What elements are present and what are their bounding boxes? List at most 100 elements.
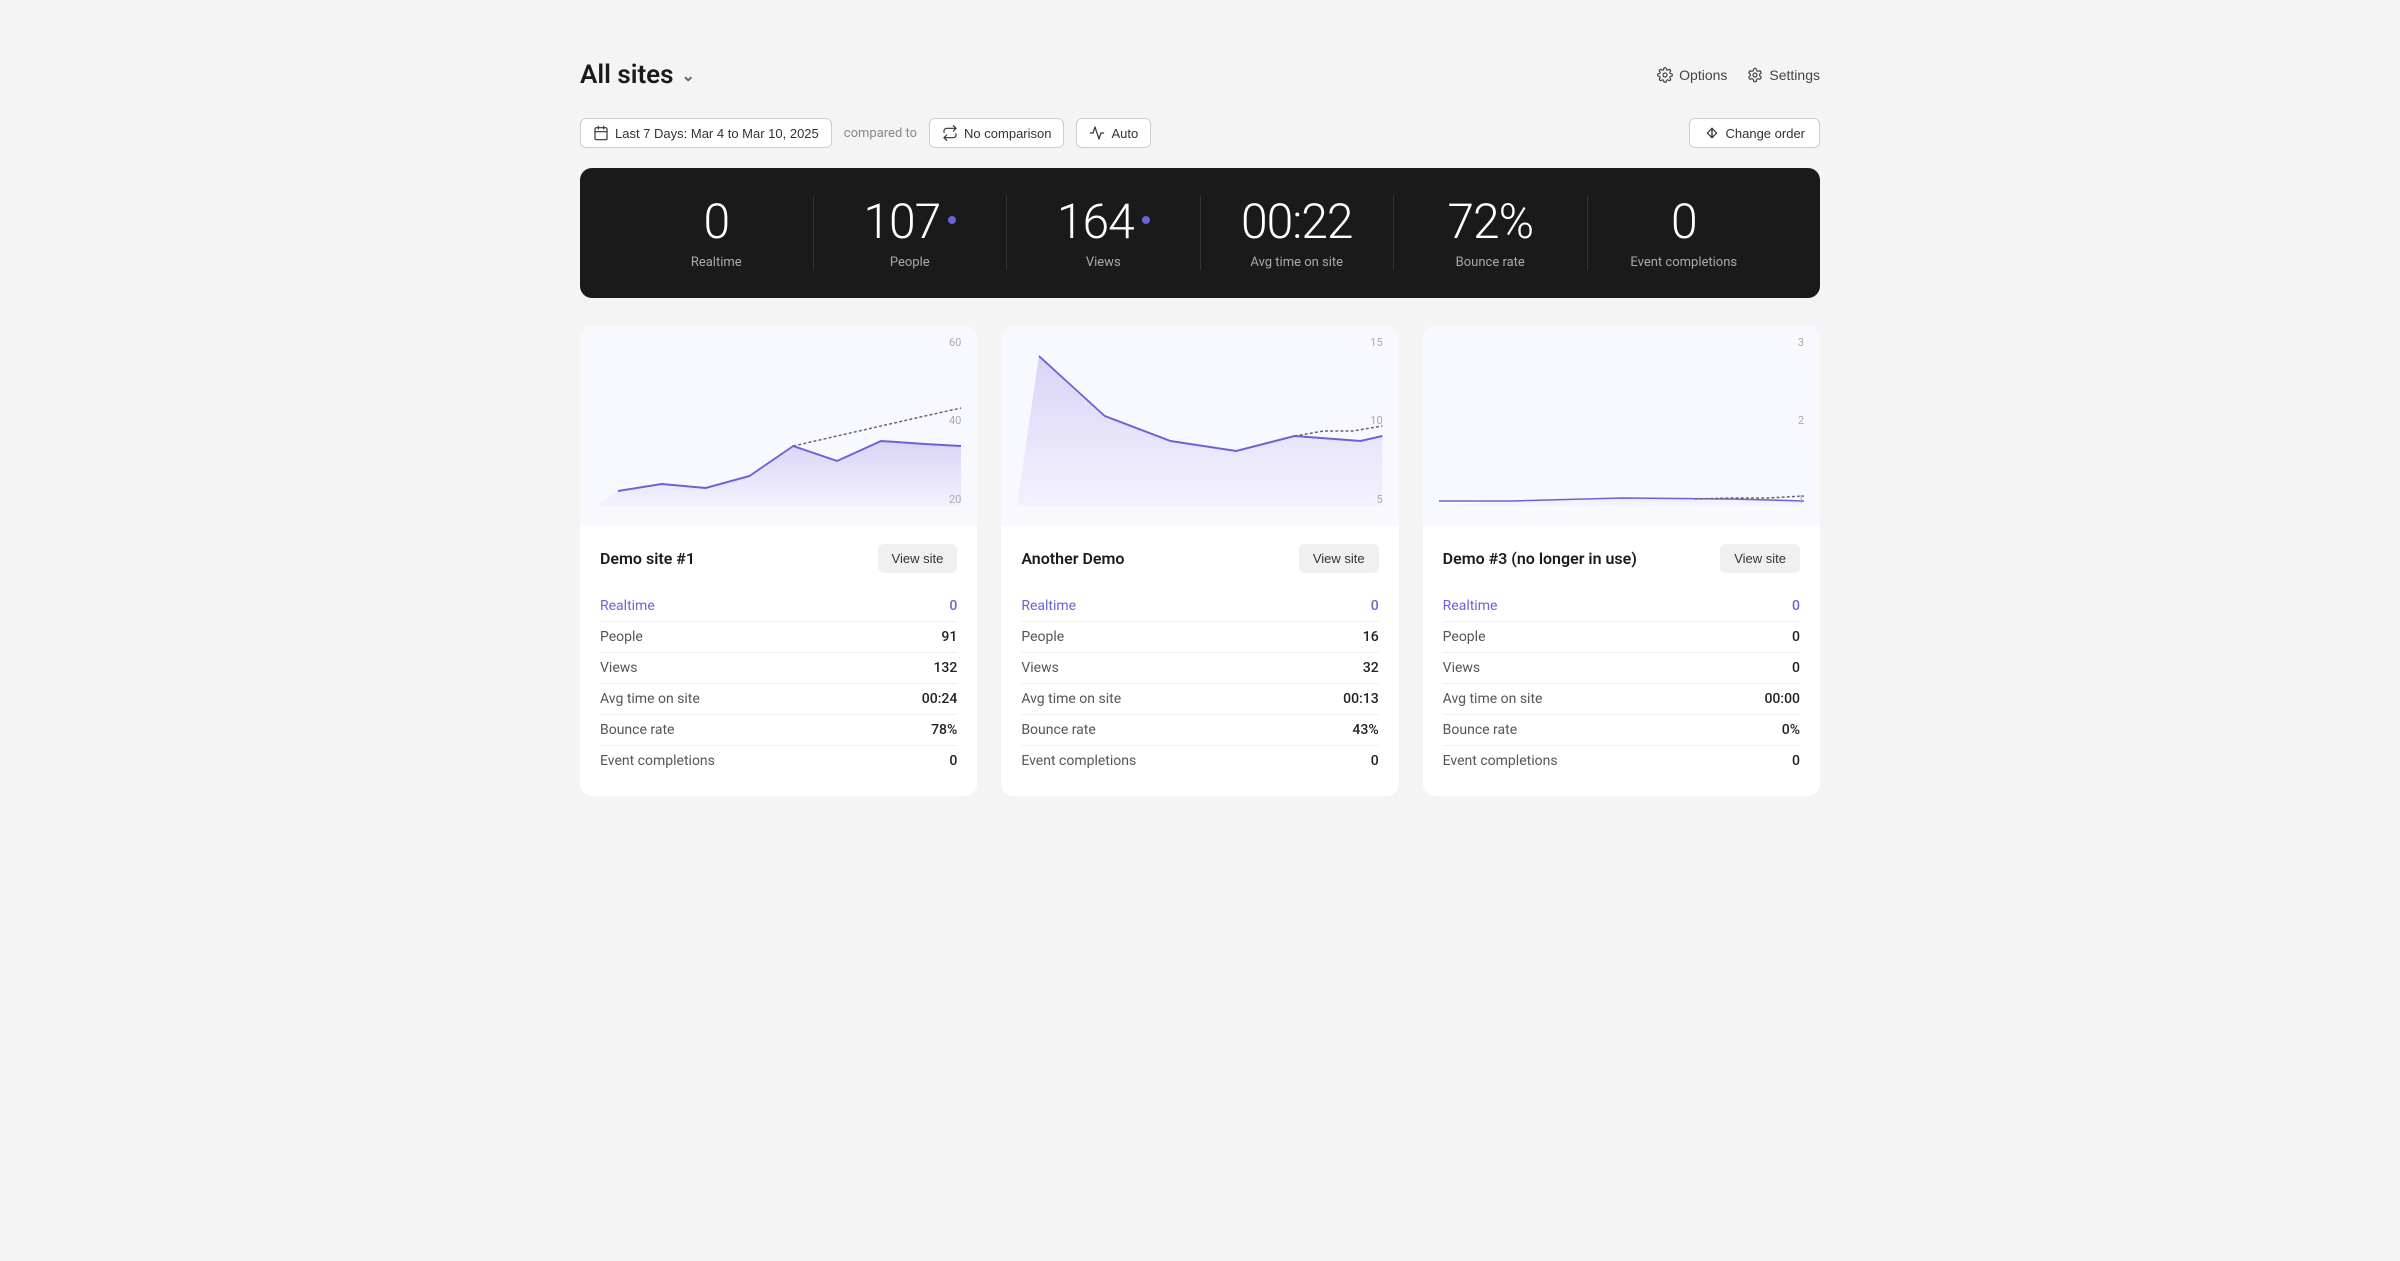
stat-label-views-3: Views [1443, 660, 1481, 676]
settings-icon [1747, 67, 1763, 83]
top-actions: Options Settings [1657, 67, 1820, 83]
chart-svg-2 [1017, 336, 1382, 506]
stat-value-views-2: 32 [1363, 660, 1379, 676]
stat-value-avgtime-1: 00:24 [922, 691, 958, 707]
stat-label-views-2: Views [1021, 660, 1059, 676]
change-order-button[interactable]: Change order [1689, 118, 1821, 148]
stat-row-bounce-1: Bounce rate 78% [600, 715, 957, 746]
stat-row-people-1: People 91 [600, 622, 957, 653]
card-stats-1: Realtime 0 People 91 Views 132 Avg time … [600, 591, 957, 776]
stat-row-people-3: People 0 [1443, 622, 1800, 653]
stat-label-views-1: Views [600, 660, 638, 676]
y-label-top-2: 15 [1370, 336, 1382, 349]
comparison-icon [942, 125, 958, 141]
comparison-picker[interactable]: No comparison [929, 118, 1064, 148]
top-bar: All sites ⌄ Options Settings [580, 60, 1820, 90]
stat-views: 164 Views [1006, 196, 1200, 270]
stat-label-events-2: Event completions [1021, 753, 1136, 769]
card-content-1: Demo site #1 View site Realtime 0 People… [580, 526, 977, 796]
stat-value-bounce-3: 0% [1782, 722, 1800, 738]
sort-icon [1704, 125, 1720, 141]
stat-label-bounce-3: Bounce rate [1443, 722, 1517, 738]
site-title-text: All sites [580, 60, 674, 90]
stat-value-views-1: 132 [933, 660, 957, 676]
site-card-2: 15 10 5 A [1001, 326, 1398, 796]
chart-svg-1 [596, 336, 961, 506]
chart-icon [1089, 125, 1105, 141]
stat-value-events-2: 0 [1371, 753, 1379, 769]
y-label-mid-2: 10 [1370, 414, 1382, 427]
y-label-bot-1: 20 [949, 493, 961, 506]
stat-value-events-3: 0 [1792, 753, 1800, 769]
chart-area-2: 15 10 5 [1001, 326, 1398, 526]
card-header-3: Demo #3 (no longer in use) View site [1443, 544, 1800, 573]
mode-picker[interactable]: Auto [1076, 118, 1151, 148]
y-label-mid-3: 2 [1798, 414, 1804, 427]
stat-label-people-2: People [1021, 629, 1064, 645]
gear-icon [1657, 67, 1673, 83]
stat-row-avgtime-1: Avg time on site 00:24 [600, 684, 957, 715]
stat-value-avgtime-2: 00:13 [1343, 691, 1379, 707]
stat-label-avgtime-1: Avg time on site [600, 691, 700, 707]
site-card-3: 3 2 1 Dem [1423, 326, 1820, 796]
date-range-picker[interactable]: Last 7 Days: Mar 4 to Mar 10, 2025 [580, 118, 832, 148]
realtime-label: Realtime [620, 255, 813, 270]
views-label: Views [1007, 255, 1200, 270]
stat-label-bounce-2: Bounce rate [1021, 722, 1095, 738]
stat-realtime: 0 Realtime [620, 196, 813, 270]
options-button[interactable]: Options [1657, 67, 1727, 83]
stat-value-realtime-3: 0 [1792, 598, 1800, 614]
stat-value-avgtime-3: 00:00 [1764, 691, 1800, 707]
people-label: People [814, 255, 1007, 270]
stat-people: 107 People [813, 196, 1007, 270]
chart-svg-3 [1439, 336, 1804, 506]
avg-time-label: Avg time on site [1201, 255, 1394, 270]
card-content-2: Another Demo View site Realtime 0 People… [1001, 526, 1398, 796]
stat-label-realtime-2: Realtime [1021, 598, 1076, 614]
stat-bounce: 72% Bounce rate [1393, 196, 1587, 270]
view-site-btn-2[interactable]: View site [1299, 544, 1379, 573]
view-site-btn-3[interactable]: View site [1720, 544, 1800, 573]
settings-button[interactable]: Settings [1747, 67, 1820, 83]
chart-y-labels-1: 60 40 20 [949, 336, 961, 506]
view-site-btn-1[interactable]: View site [878, 544, 958, 573]
stat-row-views-3: Views 0 [1443, 653, 1800, 684]
bounce-value: 72% [1447, 196, 1533, 249]
stat-row-realtime-1: Realtime 0 [600, 591, 957, 622]
stat-value-realtime-2: 0 [1371, 598, 1379, 614]
mode-text: Auto [1111, 126, 1138, 141]
y-label-top-3: 3 [1798, 336, 1804, 349]
stat-value-events-1: 0 [949, 753, 957, 769]
stat-avg-time: 00:22 Avg time on site [1200, 196, 1394, 270]
options-label: Options [1679, 67, 1727, 83]
date-range-text: Last 7 Days: Mar 4 to Mar 10, 2025 [615, 126, 819, 141]
stat-row-avgtime-2: Avg time on site 00:13 [1021, 684, 1378, 715]
stat-row-avgtime-3: Avg time on site 00:00 [1443, 684, 1800, 715]
stat-value-bounce-2: 43% [1352, 722, 1378, 738]
stat-row-people-2: People 16 [1021, 622, 1378, 653]
chevron-down-icon: ⌄ [682, 66, 695, 85]
views-value: 164 [1057, 196, 1134, 249]
chart-y-labels-3: 3 2 1 [1798, 336, 1804, 506]
stat-value-people-2: 16 [1363, 629, 1379, 645]
stat-label-avgtime-2: Avg time on site [1021, 691, 1121, 707]
change-order-text: Change order [1726, 126, 1806, 141]
stat-row-events-2: Event completions 0 [1021, 746, 1378, 776]
stat-label-avgtime-3: Avg time on site [1443, 691, 1543, 707]
people-value: 107 [863, 196, 940, 249]
compared-to-label: compared to [844, 126, 917, 141]
events-value: 0 [1671, 196, 1697, 249]
realtime-value: 0 [703, 196, 729, 249]
y-label-bot-3: 1 [1798, 493, 1804, 506]
card-title-1: Demo site #1 [600, 549, 695, 568]
bounce-label: Bounce rate [1394, 255, 1587, 270]
stat-row-realtime-2: Realtime 0 [1021, 591, 1378, 622]
views-dot [1142, 216, 1150, 224]
settings-label: Settings [1769, 67, 1820, 83]
people-dot [948, 216, 956, 224]
site-title[interactable]: All sites ⌄ [580, 60, 695, 90]
stat-value-views-3: 0 [1792, 660, 1800, 676]
stat-label-events-1: Event completions [600, 753, 715, 769]
y-label-bot-2: 5 [1376, 493, 1382, 506]
card-content-3: Demo #3 (no longer in use) View site Rea… [1423, 526, 1820, 796]
